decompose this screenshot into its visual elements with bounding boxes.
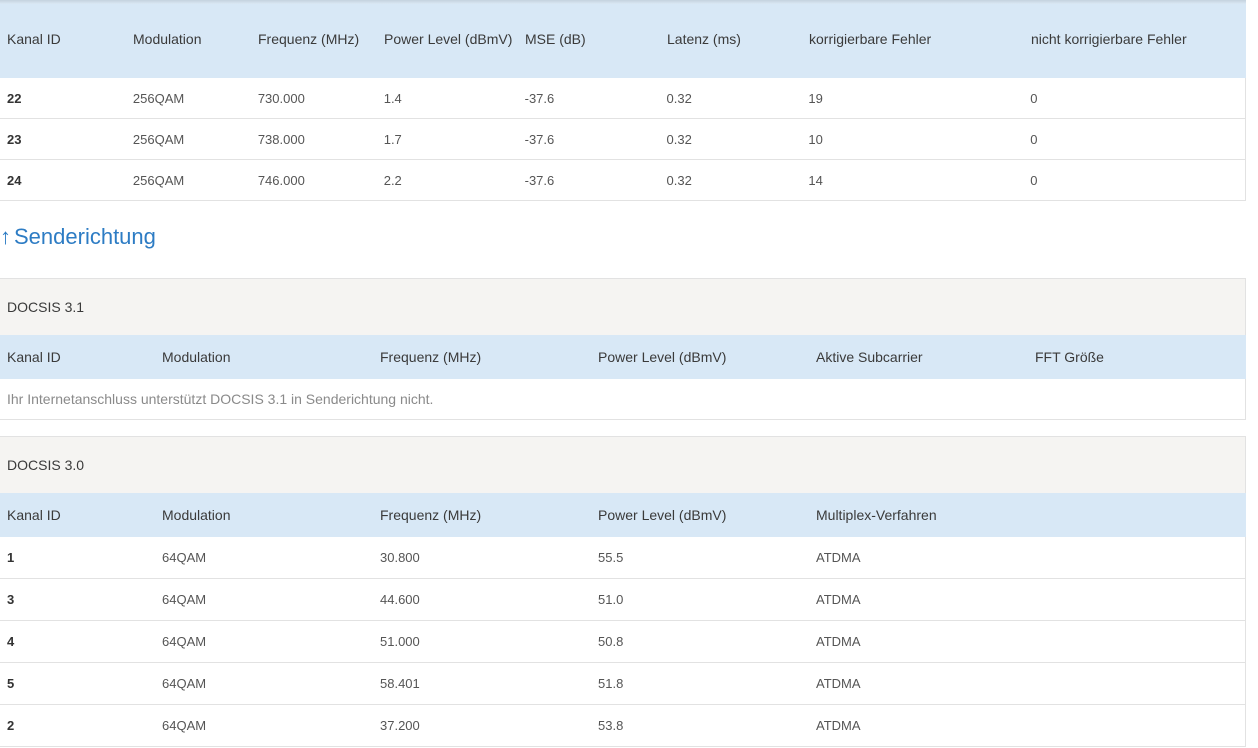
table-row: 23 256QAM 738.000 1.7 -37.6 0.32 10 0 <box>0 119 1246 160</box>
col-kanal-id: Kanal ID <box>7 31 61 47</box>
table-row: 4 64QAM 51.000 50.8 ATDMA <box>0 621 1246 663</box>
col-kanal-id: Kanal ID <box>7 349 61 365</box>
downstream-table: Kanal ID Modulation Frequenz (MHz) Power… <box>0 0 1246 201</box>
table-row: 1 64QAM 30.800 55.5 ATDMA <box>0 537 1246 579</box>
docsis30-table: DOCSIS 3.0 Kanal ID Modulation Frequenz … <box>0 436 1246 747</box>
docsis31-title: DOCSIS 3.1 <box>0 278 1246 335</box>
docsis31-notice: Ihr Internetanschluss unterstützt DOCSIS… <box>0 379 1246 420</box>
docsis30-title: DOCSIS 3.0 <box>0 436 1246 493</box>
top-shadow <box>0 0 1246 4</box>
col-latenz: Latenz (ms) <box>667 31 741 47</box>
col-nicht-korrigierbare-fehler: nicht korrigierbare Fehler <box>1031 31 1187 47</box>
col-frequenz: Frequenz (MHz) <box>380 507 482 523</box>
col-aktive-subcarrier: Aktive Subcarrier <box>816 349 923 365</box>
docsis31-table-header: Kanal ID Modulation Frequenz (MHz) Power… <box>0 335 1246 379</box>
col-modulation: Modulation <box>162 349 231 365</box>
col-modulation: Modulation <box>133 31 202 47</box>
table-row: 2 64QAM 37.200 53.8 ATDMA <box>0 705 1246 747</box>
table-row: 3 64QAM 44.600 51.0 ATDMA <box>0 579 1246 621</box>
table-row: 24 256QAM 746.000 2.2 -37.6 0.32 14 0 <box>0 160 1246 201</box>
col-frequenz: Frequenz (MHz) <box>380 349 482 365</box>
col-korrigierbare-fehler: korrigierbare Fehler <box>809 31 932 47</box>
docsis30-table-header: Kanal ID Modulation Frequenz (MHz) Power… <box>0 493 1246 537</box>
col-multiplex-verfahren: Multiplex-Verfahren <box>816 507 937 523</box>
table-row: 5 64QAM 58.401 51.8 ATDMA <box>0 663 1246 705</box>
section-heading-label: Senderichtung <box>14 224 156 249</box>
col-modulation: Modulation <box>162 507 231 523</box>
section-heading-senderichtung: ↑ Senderichtung <box>0 224 156 250</box>
cable-info-page: Kanal ID Modulation Frequenz (MHz) Power… <box>0 0 1258 748</box>
downstream-table-header: Kanal ID Modulation Frequenz (MHz) Power… <box>0 0 1246 78</box>
col-mse: MSE (dB) <box>525 31 586 47</box>
col-power-level: Power Level (dBmV) <box>384 31 513 47</box>
arrow-up-icon: ↑ <box>0 224 11 249</box>
col-kanal-id: Kanal ID <box>7 507 61 523</box>
docsis31-table: DOCSIS 3.1 Kanal ID Modulation Frequenz … <box>0 278 1246 420</box>
col-fft-groesse: FFT Größe <box>1035 349 1104 365</box>
col-power-level: Power Level (dBmV) <box>598 507 727 523</box>
table-row: 22 256QAM 730.000 1.4 -37.6 0.32 19 0 <box>0 78 1246 119</box>
col-power-level: Power Level (dBmV) <box>598 349 727 365</box>
col-frequenz: Frequenz (MHz) <box>258 31 360 47</box>
